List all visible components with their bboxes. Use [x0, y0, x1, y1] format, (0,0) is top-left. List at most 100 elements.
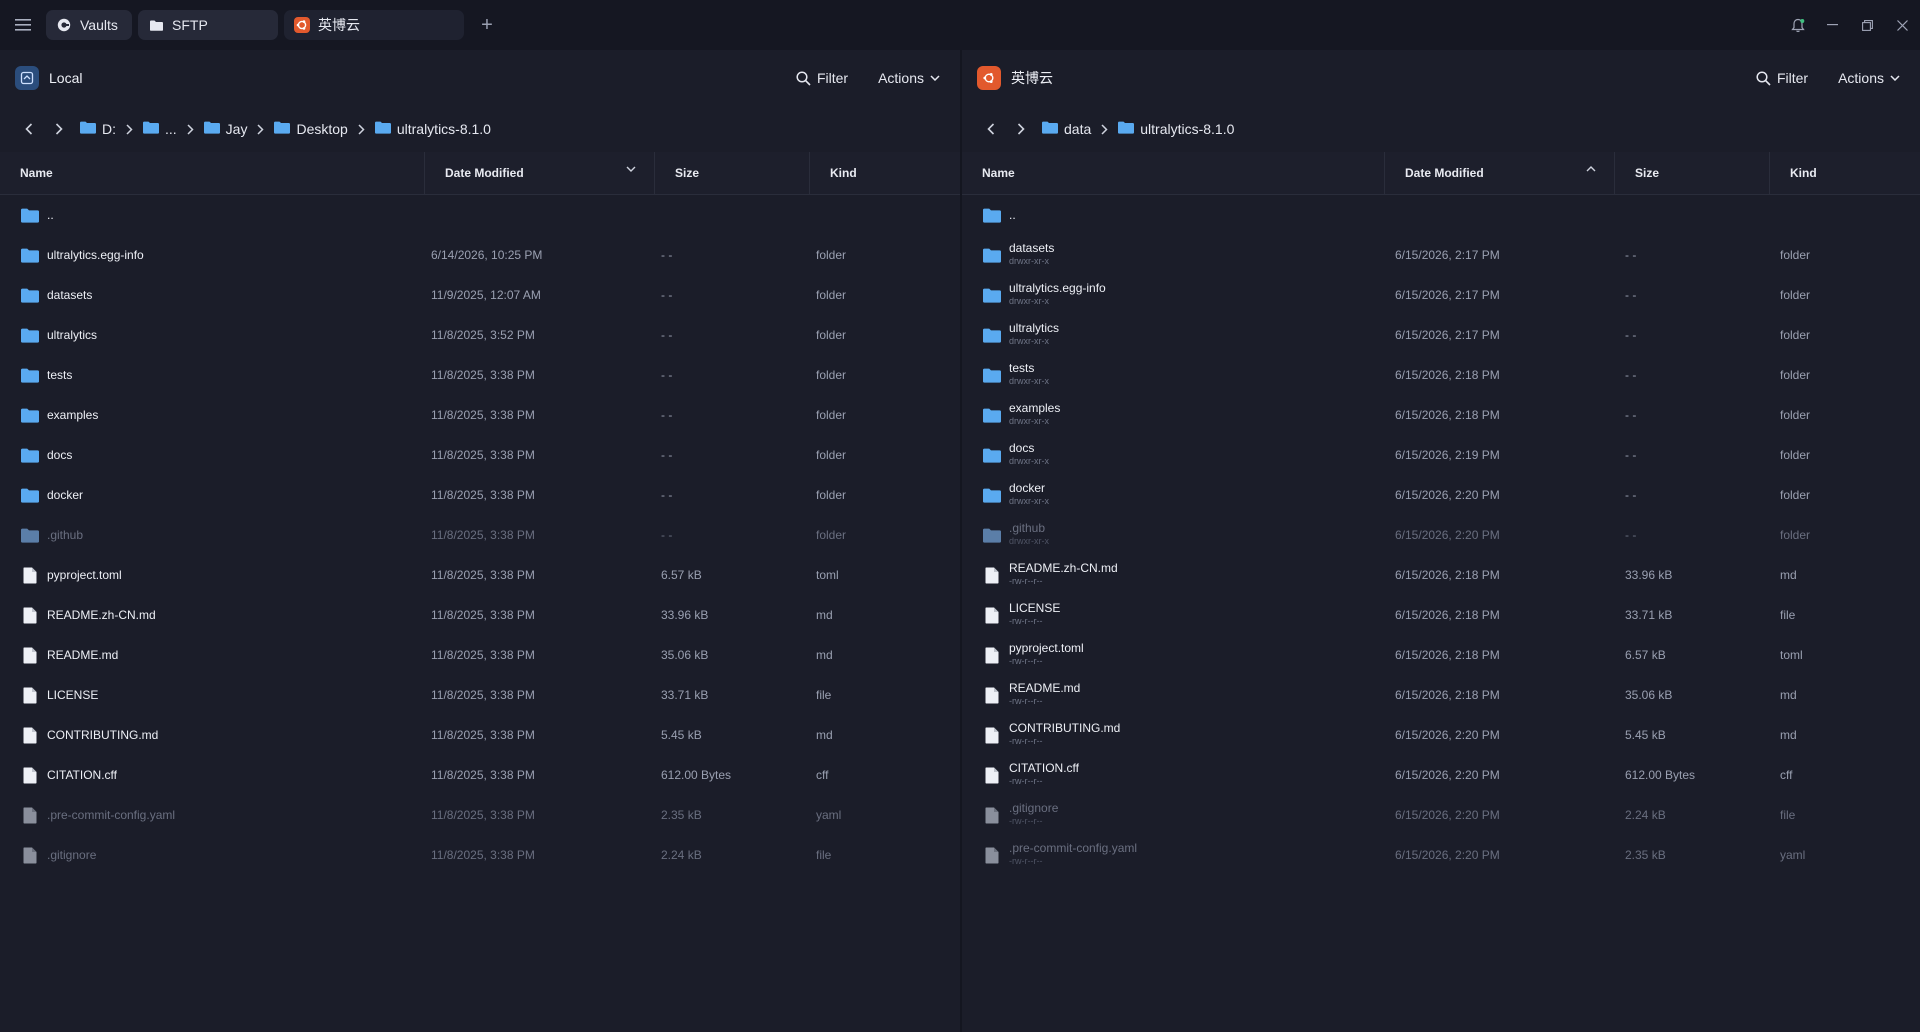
column-kind[interactable]: Kind	[810, 152, 960, 195]
column-name[interactable]: Name	[962, 151, 1385, 195]
local-actions-button[interactable]: Actions	[878, 70, 940, 86]
date-modified-cell: 6/15/2026, 2:20 PM	[1395, 808, 1500, 822]
date-modified-cell: 11/8/2025, 3:52 PM	[431, 328, 535, 342]
table-row[interactable]: docs 11/8/2025, 3:38 PM - - folder	[0, 435, 960, 475]
table-row[interactable]: .gitignore -rw-r--r-- 6/15/2026, 2:20 PM 2.…	[962, 795, 1920, 835]
table-row[interactable]: docker drwxr-xr-x 6/15/2026, 2:20 PM - - fol…	[962, 475, 1920, 515]
file-icon	[982, 565, 1002, 585]
table-row[interactable]: docs drwxr-xr-x 6/15/2026, 2:19 PM - - folde…	[962, 435, 1920, 475]
table-row[interactable]: ultralytics drwxr-xr-x 6/15/2026, 2:17 PM -…	[962, 315, 1920, 355]
kind-cell: folder	[1780, 288, 1811, 302]
column-size[interactable]: Size	[655, 151, 810, 195]
breadcrumb-item[interactable]: ultralytics-8.1.0	[374, 121, 491, 137]
file-permissions: -rw-r--r--	[1009, 816, 1043, 826]
size-cell: 6.57 kB	[661, 568, 702, 582]
table-row[interactable]: CITATION.cff 11/8/2025, 3:38 PM 612.00 Byt…	[0, 755, 960, 795]
table-row[interactable]: README.zh-CN.md 11/8/2025, 3:38 PM 33.96 k…	[0, 595, 960, 635]
table-row[interactable]: datasets 11/9/2025, 12:07 AM - - folder	[0, 275, 960, 315]
back-arrow-icon[interactable]	[976, 123, 1006, 135]
table-row[interactable]: CONTRIBUTING.md 11/8/2025, 3:38 PM 5.45 kB…	[0, 715, 960, 755]
table-row[interactable]: docker 11/8/2025, 3:38 PM - - folder	[0, 475, 960, 515]
date-modified-cell: 6/15/2026, 2:20 PM	[1395, 728, 1500, 742]
table-row[interactable]: README.md 11/8/2025, 3:38 PM 35.06 kB md	[0, 635, 960, 675]
hamburger-menu-icon[interactable]	[0, 0, 46, 50]
kind-cell: yaml	[1780, 848, 1806, 862]
size-cell: - -	[1625, 448, 1637, 462]
column-date-modified[interactable]: Date Modified	[425, 151, 655, 195]
remote-filter-button[interactable]: Filter	[1756, 70, 1808, 86]
restore-icon[interactable]	[1850, 0, 1885, 50]
folder-icon	[20, 405, 40, 425]
tab-label: Vaults	[80, 17, 118, 33]
table-row[interactable]: README.md -rw-r--r-- 6/15/2026, 2:18 PM 35.…	[962, 675, 1920, 715]
column-kind[interactable]: Kind	[1770, 152, 1920, 195]
remote-pane-title: 英博云	[1011, 70, 1053, 86]
breadcrumb-item[interactable]: ultralytics-8.1.0	[1118, 121, 1234, 137]
file-name: LICENSE	[47, 688, 99, 702]
table-row[interactable]: tests 11/8/2025, 3:38 PM - - folder	[0, 355, 960, 395]
table-row[interactable]: .pre-commit-config.yaml 11/8/2025, 3:38 P…	[0, 795, 960, 835]
file-name: ultralytics	[1009, 321, 1060, 335]
breadcrumb-item[interactable]: ...	[143, 121, 177, 137]
breadcrumb-item[interactable]: Desktop	[274, 121, 348, 137]
column-name[interactable]: Name	[0, 151, 425, 195]
column-size[interactable]: Size	[1615, 151, 1770, 195]
forward-arrow-icon[interactable]	[44, 123, 74, 135]
table-row[interactable]: .pre-commit-config.yaml -rw-r--r-- 6/15/20…	[962, 835, 1920, 875]
table-row[interactable]: pyproject.toml 11/8/2025, 3:38 PM 6.57 kB t…	[0, 555, 960, 595]
table-row[interactable]: pyproject.toml -rw-r--r-- 6/15/2026, 2:18 …	[962, 635, 1920, 675]
file-name: CONTRIBUTING.md	[47, 728, 159, 742]
table-row[interactable]: LICENSE -rw-r--r-- 6/15/2026, 2:18 PM 33.71…	[962, 595, 1920, 635]
back-arrow-icon[interactable]	[14, 123, 44, 135]
file-icon	[20, 565, 40, 585]
file-permissions: -rw-r--r--	[1009, 696, 1043, 706]
file-name: README.zh-CN.md	[1009, 561, 1118, 575]
new-tab-plus-icon[interactable]: +	[472, 10, 502, 40]
ubuntu-host-icon	[977, 66, 1001, 90]
table-row[interactable]: ..	[0, 195, 960, 235]
table-row[interactable]: README.zh-CN.md -rw-r--r-- 6/15/2026, 2:18…	[962, 555, 1920, 595]
column-date-modified[interactable]: Date Modified	[1385, 151, 1615, 195]
size-cell: 2.35 kB	[661, 808, 702, 822]
table-row[interactable]: CITATION.cff -rw-r--r-- 6/15/2026, 2:20 PM…	[962, 755, 1920, 795]
table-row[interactable]: examples 11/8/2025, 3:38 PM - - folder	[0, 395, 960, 435]
table-row[interactable]: LICENSE 11/8/2025, 3:38 PM 33.71 kB file	[0, 675, 960, 715]
table-row[interactable]: .gitignore 11/8/2025, 3:38 PM 2.24 kB file	[0, 835, 960, 875]
table-row[interactable]: examples drwxr-xr-x 6/15/2026, 2:18 PM - - f…	[962, 395, 1920, 435]
breadcrumb-item[interactable]: Jay	[203, 121, 247, 137]
tab-host[interactable]: 英博云	[284, 10, 464, 40]
table-row[interactable]: datasets drwxr-xr-x 6/15/2026, 2:17 PM - - f…	[962, 235, 1920, 275]
close-icon[interactable]	[1885, 0, 1920, 50]
date-modified-cell: 11/8/2025, 3:38 PM	[431, 728, 535, 742]
breadcrumb-label: ultralytics-8.1.0	[396, 121, 491, 137]
folder-icon	[203, 121, 220, 137]
remote-actions-button[interactable]: Actions	[1838, 70, 1900, 86]
folder-icon	[982, 525, 1002, 545]
chevron-down-icon	[1890, 75, 1900, 81]
table-row[interactable]: CONTRIBUTING.md -rw-r--r-- 6/15/2026, 2:20…	[962, 715, 1920, 755]
table-row[interactable]: ultralytics 11/8/2025, 3:52 PM - - folder	[0, 315, 960, 355]
table-row[interactable]: ultralytics.egg-info drwxr-xr-x 6/15/2026,…	[962, 275, 1920, 315]
forward-arrow-icon[interactable]	[1006, 123, 1036, 135]
table-row[interactable]: ultralytics.egg-info 6/14/2026, 10:25 PM -…	[0, 235, 960, 275]
tab-sftp[interactable]: SFTP	[138, 10, 278, 40]
local-filter-button[interactable]: Filter	[796, 70, 848, 86]
folder-icon	[982, 325, 1002, 345]
minimize-icon[interactable]	[1815, 0, 1850, 50]
remote-pane: 英博云 Filter Actions data ultralytics-8.1.0	[962, 50, 1920, 1032]
kind-cell: md	[1780, 728, 1797, 742]
bell-icon[interactable]	[1780, 0, 1815, 50]
breadcrumb-label: data	[1064, 121, 1092, 137]
table-row[interactable]: ..	[962, 195, 1920, 235]
size-cell: 6.57 kB	[1625, 648, 1666, 662]
breadcrumb-item[interactable]: D:	[80, 121, 116, 137]
kind-cell: file	[1780, 608, 1796, 622]
table-row[interactable]: .github drwxr-xr-x 6/15/2026, 2:20 PM - - fo…	[962, 515, 1920, 555]
table-row[interactable]: .github 11/8/2025, 3:38 PM - - folder	[0, 515, 960, 555]
breadcrumb-item[interactable]: data	[1042, 121, 1091, 137]
date-modified-cell: 6/15/2026, 2:18 PM	[1395, 408, 1500, 422]
file-permissions: drwxr-xr-x	[1009, 456, 1049, 466]
size-cell: - -	[1625, 328, 1637, 342]
tab-vaults[interactable]: Vaults	[46, 10, 132, 40]
table-row[interactable]: tests drwxr-xr-x 6/15/2026, 2:18 PM - - fold…	[962, 355, 1920, 395]
